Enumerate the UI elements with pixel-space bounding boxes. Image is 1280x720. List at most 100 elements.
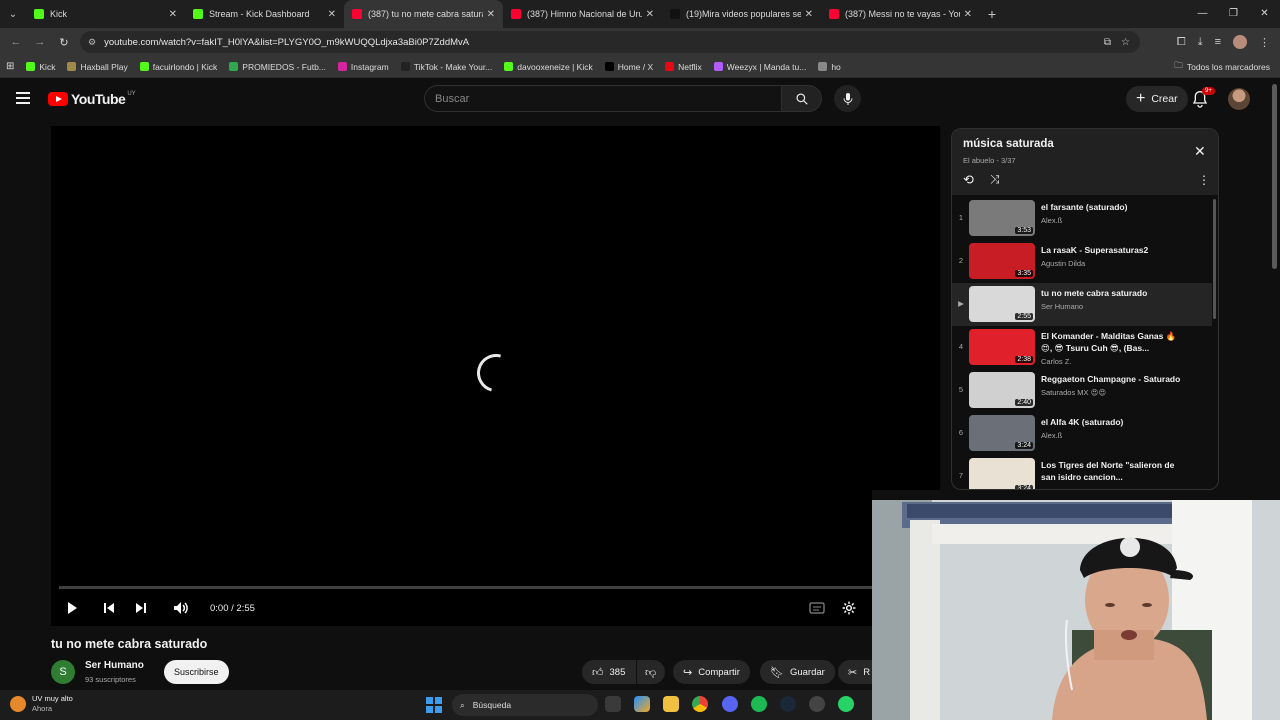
playlist-title[interactable]: música saturada [963,138,1054,150]
playlist-thumbnail[interactable]: 2:55 [969,286,1035,322]
bookmark-item[interactable]: facuirlondo | Kick [139,62,217,72]
steam-icon[interactable] [780,696,796,712]
playlist-thumbnail[interactable]: 3:53 [969,200,1035,236]
bookmark-item[interactable]: Home / X [604,62,653,72]
reload-button[interactable]: ↻ [52,36,76,49]
task-view-icon[interactable] [605,696,621,712]
next-button[interactable] [134,600,148,616]
bookmark-item[interactable]: davooxeneize | Kick [504,62,593,72]
playlist-item-title: el Alfa 4K (saturado) [1041,417,1124,427]
playlist-item[interactable]: 4 2:38 El Komander - Malditas Ganas 🔥😍, 😎 … [952,326,1212,369]
dislike-button[interactable]: 👎︎ [637,660,665,684]
tab-close-icon[interactable]: ✕ [328,9,336,20]
browser-tab[interactable]: (387) Himno Nacional de Urug ✕ [503,0,662,28]
discord-icon[interactable] [722,696,738,712]
clip-button[interactable]: ✂ R [838,660,872,684]
bookmark-star-icon[interactable]: ☆ [1121,37,1130,48]
playlist-item[interactable]: 5 2:40 Reggaeton Champagne - Saturado Satur… [952,369,1212,412]
whatsapp-icon[interactable] [838,696,854,712]
spotify-icon[interactable] [751,696,767,712]
search-input[interactable] [425,86,781,111]
tab-close-icon[interactable]: ✕ [169,9,177,20]
bookmark-item[interactable]: Weezyx | Manda tu... [713,62,806,72]
more-options-icon[interactable]: ⋮ [1198,173,1210,187]
channel-avatar[interactable]: S [51,660,75,684]
tab-close-icon[interactable]: ✕ [646,9,654,20]
browser-tab[interactable]: Kick ✕ [26,0,185,28]
settings-button[interactable] [842,600,856,616]
playlist-thumbnail[interactable]: 2:38 [969,329,1035,365]
play-button[interactable] [65,600,79,616]
new-tab-button[interactable]: + [980,6,1004,22]
like-button[interactable]: 👍︎ 385 [582,660,636,684]
share-button[interactable]: ↪ Compartir [673,660,750,684]
bookmark-item[interactable]: ho [818,62,841,72]
minimize-button[interactable]: — [1187,0,1218,28]
apps-grid-icon[interactable]: ⊞ [6,61,14,72]
weather-widget[interactable]: UV muy alto Ahora [10,694,73,714]
playlist-thumbnail[interactable]: 3:35 [969,243,1035,279]
browser-menu-icon[interactable]: ⋮ [1259,36,1270,49]
bookmark-item[interactable]: Haxball Play [67,62,128,72]
downloads-icon[interactable]: ⤓ [1198,36,1203,49]
obs-icon[interactable] [809,696,825,712]
playlist-item[interactable]: 2 3:35 La rasaK - Superasaturas2 Agustin Di… [952,240,1212,283]
progress-bar[interactable] [59,586,932,589]
browser-tab[interactable]: Stream - Kick Dashboard ✕ [185,0,344,28]
video-player[interactable]: 0:00 / 2:55 [51,126,940,626]
all-bookmarks[interactable]: 🗀 Todos los marcadores [1174,56,1270,78]
profile-avatar[interactable] [1233,35,1247,49]
bookmark-item[interactable]: Instagram [337,62,389,72]
playlist-thumbnail[interactable]: 2:40 [969,372,1035,408]
windows-start-icon[interactable] [426,697,442,713]
tab-close-icon[interactable]: ✕ [487,9,495,20]
tab-search-chevron-icon[interactable]: ⌄ [0,0,26,28]
channel-name[interactable]: Ser Humano [85,660,144,671]
install-app-icon[interactable]: ⧉ [1104,37,1111,48]
account-avatar[interactable] [1228,88,1250,110]
close-icon[interactable]: ✕ [1194,143,1206,160]
search-button[interactable] [782,85,822,112]
chrome-icon[interactable] [692,696,708,712]
menu-icon[interactable] [16,92,30,104]
playlist-item[interactable]: ▶ 2:55 tu no mete cabra saturado Ser Humano [952,283,1212,326]
browser-tab[interactable]: (19)Mira videos populares sele ✕ [662,0,821,28]
subtitles-button[interactable] [809,600,825,616]
subscribe-button[interactable]: Suscribirse [164,660,229,684]
taskbar-search[interactable]: ⌕ Búsqueda [452,694,598,716]
copilot-icon[interactable] [634,696,650,712]
previous-button[interactable] [102,600,116,616]
file-explorer-icon[interactable] [663,696,679,712]
shuffle-icon[interactable]: ⤨ [990,172,1000,187]
playlist-item[interactable]: 1 3:53 el farsante (saturado) Alex.ß [952,197,1212,240]
playlist-item[interactable]: 6 3:24 el Alfa 4K (saturado) Alex.ß [952,412,1212,455]
media-control-icon[interactable]: ≡ [1215,36,1221,48]
playlist-thumbnail[interactable]: 3:24 [969,458,1035,489]
bookmark-item[interactable]: Kick [26,62,55,72]
close-window-button[interactable]: ✕ [1249,0,1280,28]
playlist-item[interactable]: 7 3:24 Los Tigres del Norte "salieron de s… [952,455,1212,489]
tab-close-icon[interactable]: ✕ [805,9,813,20]
youtube-logo[interactable]: YouTube UY [48,91,136,107]
tab-close-icon[interactable]: ✕ [964,9,972,20]
bookmark-item[interactable]: TikTok - Make Your... [400,62,492,72]
create-button[interactable]: + Crear [1126,86,1188,112]
folder-icon: 🗀 [1174,60,1183,70]
maximize-button[interactable]: ❐ [1218,0,1249,28]
extensions-icon[interactable]: ⧠ [1177,36,1186,49]
forward-button[interactable]: → [28,36,52,48]
site-info-icon[interactable]: ⚙ [88,37,96,48]
volume-button[interactable] [173,600,189,616]
browser-tab[interactable]: (387) Messi no te vayas - YouTu ✕ [821,0,980,28]
save-button[interactable]: 🔖︎ Guardar [760,660,835,684]
voice-search-button[interactable] [834,85,861,112]
browser-tab[interactable]: (387) tu no mete cabra saturad ✕ [344,0,503,28]
page-scrollbar[interactable] [1272,84,1277,269]
playlist-scrollbar[interactable] [1213,199,1216,319]
bookmark-item[interactable]: Netflix [665,62,702,72]
url-bar[interactable]: ⚙ youtube.com/watch?v=fakIT_H0lYA&list=P… [80,31,1140,53]
playlist-thumbnail[interactable]: 3:24 [969,415,1035,451]
loop-icon[interactable]: ⟲ [963,172,974,188]
bookmark-item[interactable]: PROMIEDOS - Futb... [229,62,326,72]
back-button[interactable]: ← [4,36,28,48]
